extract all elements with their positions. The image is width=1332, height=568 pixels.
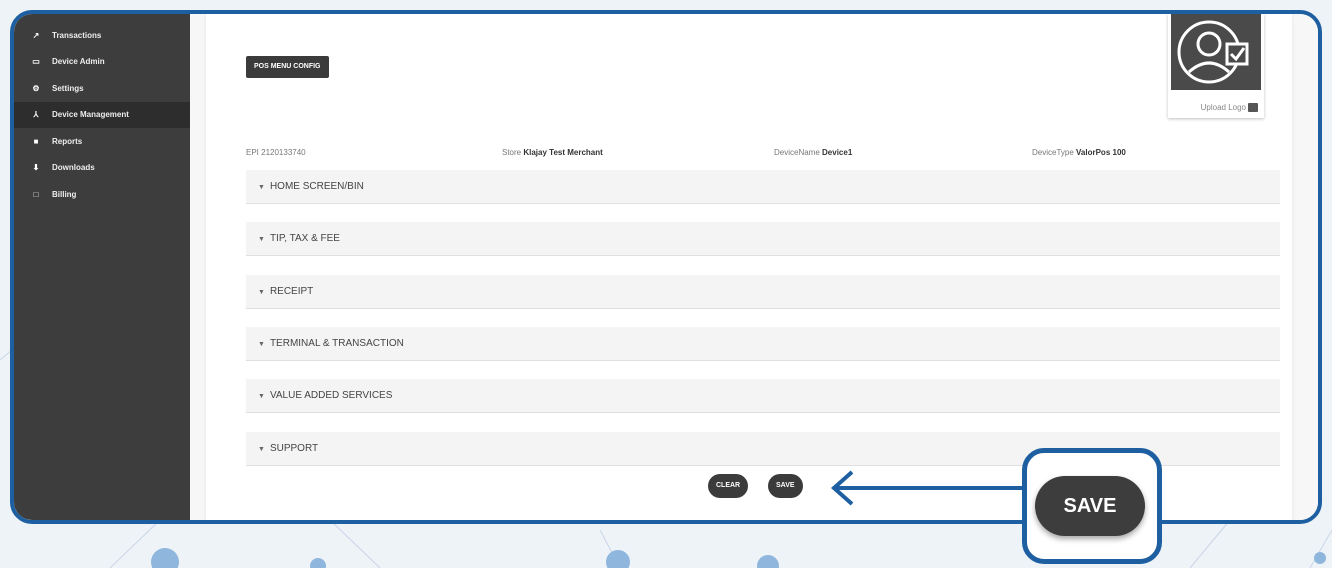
save-callout-button[interactable]: SAVE [1035,476,1145,536]
